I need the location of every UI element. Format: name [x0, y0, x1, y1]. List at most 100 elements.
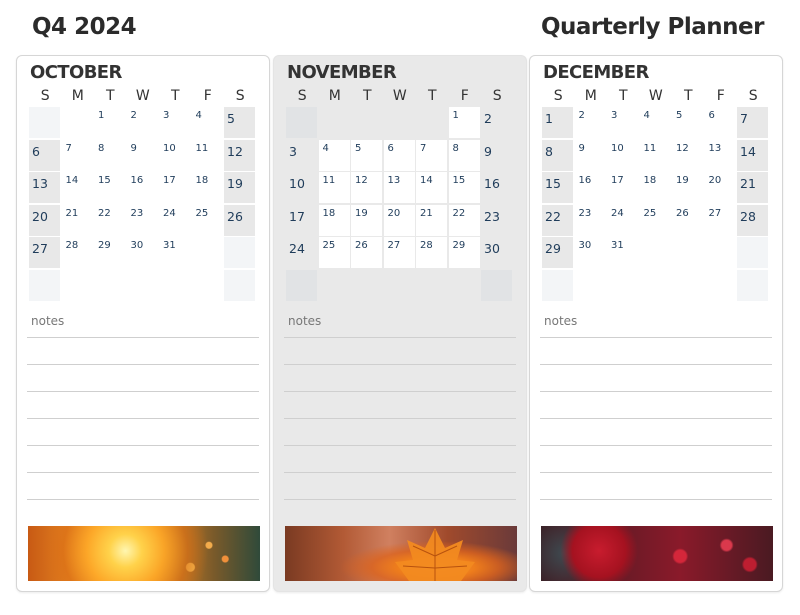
note-line[interactable] [27, 418, 259, 419]
day-cell[interactable]: 27 [705, 205, 736, 236]
day-cell[interactable]: 1 [448, 107, 480, 138]
day-cell[interactable]: 28 [737, 204, 768, 236]
note-line[interactable] [284, 391, 516, 392]
day-cell[interactable]: 15 [448, 172, 480, 203]
day-cell[interactable]: 18 [192, 172, 223, 203]
day-cell[interactable]: 6 [383, 139, 415, 171]
day-cell[interactable]: 8 [448, 139, 480, 171]
note-line[interactable] [284, 445, 516, 446]
day-cell[interactable]: 19 [351, 204, 382, 236]
day-cell[interactable]: 14 [62, 172, 93, 203]
note-line[interactable] [284, 499, 516, 500]
day-cell[interactable]: 3 [286, 139, 317, 171]
day-cell[interactable]: 24 [286, 237, 317, 268]
day-cell[interactable]: 15 [94, 172, 125, 203]
day-cell[interactable]: 31 [159, 237, 190, 268]
day-cell[interactable]: 9 [481, 139, 512, 171]
day-cell[interactable]: 9 [127, 140, 158, 171]
day-cell[interactable]: 14 [416, 172, 447, 203]
day-cell[interactable]: 11 [318, 172, 350, 203]
note-line[interactable] [27, 364, 259, 365]
day-cell[interactable]: 19 [672, 172, 703, 203]
day-cell[interactable]: 10 [607, 140, 638, 171]
day-cell[interactable]: 18 [640, 172, 671, 203]
day-cell[interactable]: 29 [448, 237, 480, 268]
day-cell[interactable]: 12 [224, 139, 255, 171]
day-cell[interactable]: 30 [481, 237, 512, 268]
note-line[interactable] [540, 391, 772, 392]
note-line[interactable] [27, 337, 259, 338]
note-line[interactable] [284, 337, 516, 338]
day-cell[interactable]: 8 [542, 139, 573, 171]
day-cell[interactable]: 20 [705, 172, 736, 203]
day-cell[interactable]: 7 [737, 107, 768, 138]
day-cell[interactable]: 21 [737, 172, 768, 203]
day-cell[interactable]: 13 [29, 172, 60, 203]
day-cell[interactable]: 25 [318, 237, 350, 268]
day-cell[interactable]: 9 [575, 140, 606, 171]
day-cell[interactable]: 22 [448, 204, 480, 236]
day-cell[interactable]: 21 [416, 204, 447, 236]
day-cell[interactable]: 10 [286, 172, 317, 203]
day-cell[interactable]: 5 [224, 107, 255, 138]
day-cell[interactable]: 24 [159, 205, 190, 236]
day-cell[interactable]: 4 [318, 139, 350, 171]
note-line[interactable] [284, 364, 516, 365]
day-cell[interactable]: 16 [481, 172, 512, 203]
note-line[interactable] [540, 364, 772, 365]
day-cell[interactable]: 1 [542, 107, 573, 138]
day-cell[interactable]: 29 [94, 237, 125, 268]
day-cell[interactable]: 23 [481, 204, 512, 236]
day-cell[interactable]: 14 [737, 139, 768, 171]
day-cell[interactable]: 3 [159, 107, 190, 138]
day-cell[interactable]: 8 [94, 140, 125, 171]
day-cell[interactable]: 29 [542, 237, 573, 268]
day-cell[interactable]: 2 [481, 107, 512, 138]
note-line[interactable] [284, 418, 516, 419]
day-cell[interactable]: 4 [192, 107, 223, 138]
day-cell[interactable]: 21 [62, 205, 93, 236]
day-cell[interactable]: 6 [29, 139, 60, 171]
day-cell[interactable]: 1 [94, 107, 125, 138]
note-line[interactable] [540, 445, 772, 446]
day-cell[interactable]: 31 [607, 237, 638, 268]
day-cell[interactable]: 17 [607, 172, 638, 203]
day-cell[interactable]: 19 [224, 172, 255, 203]
day-cell[interactable]: 27 [383, 237, 415, 268]
note-line[interactable] [284, 472, 516, 473]
day-cell[interactable]: 25 [640, 205, 671, 236]
day-cell[interactable]: 10 [159, 140, 190, 171]
note-line[interactable] [27, 445, 259, 446]
day-cell[interactable]: 5 [672, 107, 703, 138]
day-cell[interactable]: 20 [29, 204, 60, 236]
note-line[interactable] [27, 391, 259, 392]
day-cell[interactable]: 30 [575, 237, 606, 268]
day-cell[interactable]: 12 [351, 172, 382, 203]
day-cell[interactable]: 26 [351, 237, 382, 268]
day-cell[interactable]: 27 [29, 237, 60, 268]
day-cell[interactable]: 15 [542, 172, 573, 203]
day-cell[interactable]: 26 [672, 205, 703, 236]
day-cell[interactable]: 11 [640, 140, 671, 171]
note-line[interactable] [27, 472, 259, 473]
day-cell[interactable]: 23 [575, 205, 606, 236]
day-cell[interactable]: 24 [607, 205, 638, 236]
day-cell[interactable]: 28 [62, 237, 93, 268]
day-cell[interactable]: 25 [192, 205, 223, 236]
day-cell[interactable]: 4 [640, 107, 671, 138]
note-line[interactable] [27, 499, 259, 500]
day-cell[interactable]: 16 [575, 172, 606, 203]
day-cell[interactable]: 3 [607, 107, 638, 138]
day-cell[interactable]: 16 [127, 172, 158, 203]
day-cell[interactable]: 22 [542, 204, 573, 236]
day-cell[interactable]: 7 [416, 139, 447, 171]
day-cell[interactable]: 2 [575, 107, 606, 138]
day-cell[interactable]: 7 [62, 140, 93, 171]
note-line[interactable] [540, 418, 772, 419]
day-cell[interactable]: 28 [416, 237, 447, 268]
day-cell[interactable]: 13 [705, 140, 736, 171]
note-line[interactable] [540, 337, 772, 338]
day-cell[interactable]: 11 [192, 140, 223, 171]
day-cell[interactable]: 30 [127, 237, 158, 268]
day-cell[interactable]: 17 [286, 204, 317, 236]
